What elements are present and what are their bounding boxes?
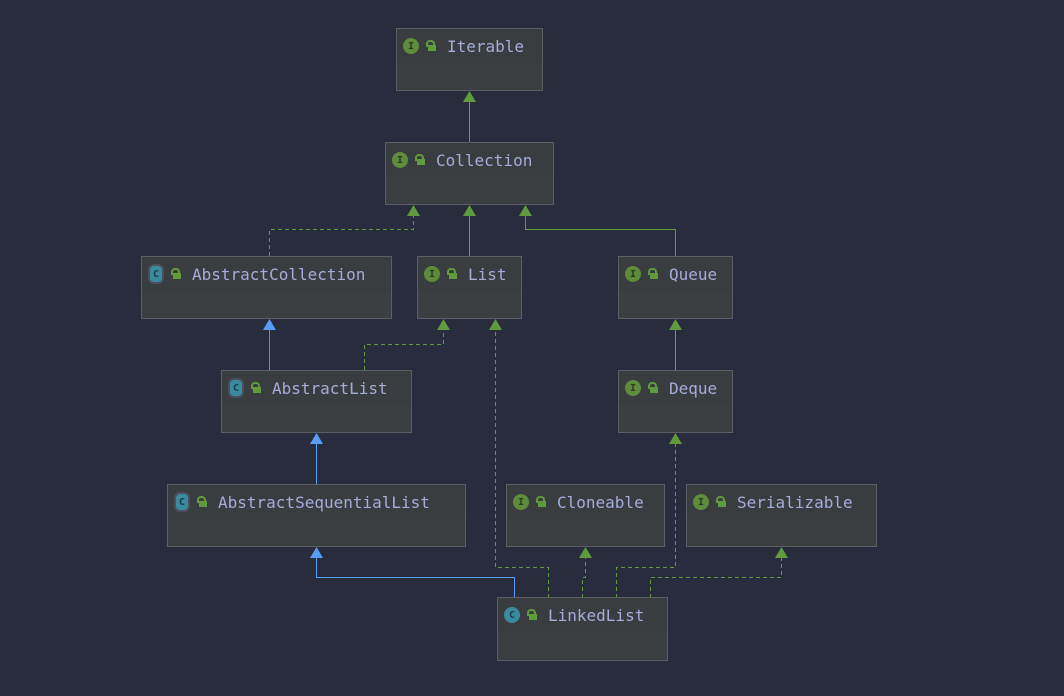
arrow-head [463, 205, 476, 216]
public-lock-icon [414, 154, 425, 166]
abstract-class-icon: C [176, 494, 188, 510]
abstract-class-icon: C [150, 266, 162, 282]
node-serializable[interactable]: I Serializable [686, 484, 877, 547]
interface-icon: I [513, 494, 529, 510]
edge-abstractcollection-collection [269, 214, 414, 256]
interface-icon: I [625, 380, 641, 396]
node-abstract-collection[interactable]: C AbstractCollection [141, 256, 392, 319]
public-lock-icon [425, 40, 436, 52]
node-name: Queue [669, 264, 718, 284]
arrow-head [263, 319, 276, 330]
arrow-head [489, 319, 502, 330]
node-name: Collection [436, 150, 533, 170]
class-icon: C [504, 607, 520, 623]
node-queue[interactable]: I Queue [618, 256, 733, 319]
interface-icon: I [424, 266, 440, 282]
arrow-head [407, 205, 420, 216]
abstract-class-icon: C [230, 380, 242, 396]
edge-linkedlist-list [495, 328, 549, 598]
edge-linkedlist-serializable [650, 556, 782, 598]
public-lock-icon [647, 382, 658, 394]
public-lock-icon [526, 609, 537, 621]
edges-layer [263, 91, 788, 598]
node-abstract-sequential-list[interactable]: C AbstractSequentialList [167, 484, 466, 547]
node-name: List [468, 264, 507, 284]
node-deque[interactable]: I Deque [618, 370, 733, 433]
node-name: Serializable [737, 492, 853, 512]
interface-icon: I [693, 494, 709, 510]
arrow-head [310, 433, 323, 444]
arrow-head [437, 319, 450, 330]
interface-icon: I [625, 266, 641, 282]
node-iterable[interactable]: I Iterable [396, 28, 543, 91]
public-lock-icon [446, 268, 457, 280]
public-lock-icon [647, 268, 658, 280]
node-name: Cloneable [557, 492, 644, 512]
public-lock-icon [196, 496, 207, 508]
arrow-head [579, 547, 592, 558]
arrow-head [669, 433, 682, 444]
node-name: LinkedList [548, 605, 645, 625]
edge-abstractlist-list [364, 328, 444, 370]
arrow-head [669, 319, 682, 330]
arrow-head [519, 205, 532, 216]
interface-icon: I [403, 38, 419, 54]
arrow-head [775, 547, 788, 558]
public-lock-icon [170, 268, 181, 280]
node-name: Iterable [447, 36, 525, 56]
node-cloneable[interactable]: I Cloneable [506, 484, 665, 547]
edge-linkedlist-cloneable [582, 556, 586, 598]
node-name: AbstractCollection [192, 264, 366, 284]
node-linked-list[interactable]: C LinkedList [497, 597, 668, 661]
node-name: Deque [669, 378, 718, 398]
node-list[interactable]: I List [417, 256, 522, 319]
node-name: AbstractSequentialList [218, 492, 430, 512]
node-name: AbstractList [272, 378, 388, 398]
arrow-head [463, 91, 476, 102]
edge-queue-collection [525, 214, 676, 256]
node-collection[interactable]: I Collection [385, 142, 554, 205]
edge-linkedlist-abstractsequentiallist [316, 556, 515, 598]
public-lock-icon [715, 496, 726, 508]
public-lock-icon [535, 496, 546, 508]
arrow-head [310, 547, 323, 558]
node-abstract-list[interactable]: C AbstractList [221, 370, 412, 433]
interface-icon: I [392, 152, 408, 168]
public-lock-icon [250, 382, 261, 394]
